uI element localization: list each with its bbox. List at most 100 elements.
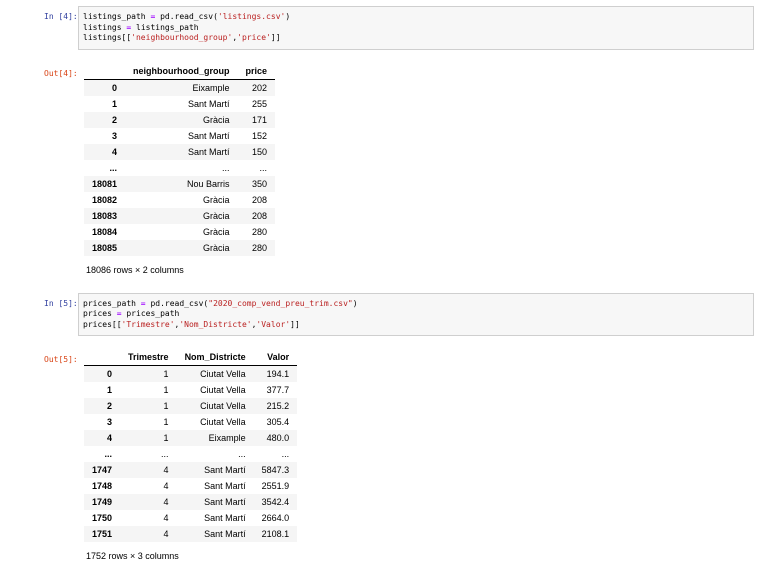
data-cell: 2664.0 — [261, 513, 290, 523]
index-cell: 2 — [112, 114, 118, 125]
input-prompt: In [5]: — [44, 298, 78, 308]
dataframe-table: neighbourhood_group price 0 Eixample 202 1 San… — [84, 62, 276, 256]
code-editor[interactable]: listings_path = pd.read_csv('listings.cs… — [78, 6, 754, 50]
table-row: ............ — [84, 446, 297, 462]
data-cell: 1 — [163, 385, 169, 395]
data-cell: 4 — [163, 529, 169, 539]
data-cell: 1 — [163, 417, 169, 427]
table-row: 1751 4 Sant Martí 2108.1 — [84, 526, 298, 542]
notebook: In [4]: listings_path = pd.read_csv('lis… — [0, 0, 768, 561]
index-cell: 18083 — [92, 210, 118, 221]
table-row: 4 Sant Martí 150 — [84, 143, 276, 160]
code-token: listings_path — [131, 22, 199, 32]
data-cell: 377.7 — [266, 385, 290, 395]
code-token: listings — [83, 22, 127, 32]
data-cell: 215.2 — [266, 401, 290, 411]
data-cell: 2551.9 — [261, 481, 290, 491]
code-token: prices_path — [121, 309, 180, 318]
code-token: pd.read_csv( — [145, 298, 209, 308]
index-cell: 1747 — [92, 465, 113, 475]
data-cell: Eixample — [208, 433, 246, 443]
index-cell: 1748 — [92, 481, 113, 491]
code-line: listings = listings_path — [83, 23, 749, 34]
code-token: prices[[ — [83, 319, 122, 329]
code-cell-2: In [5]: prices_path = pd.read_csv("2020_… — [44, 292, 754, 561]
index-cell: 18084 — [92, 226, 118, 237]
data-cell: ... — [259, 162, 268, 173]
table-row: 0 Eixample 202 — [84, 79, 276, 96]
data-cell: 208 — [252, 194, 268, 205]
data-cell: 4 — [163, 497, 169, 507]
data-cell: 1 — [163, 433, 169, 443]
code-token: pd.read_csv( — [155, 12, 218, 21]
dataframe-shape: 1752 rows × 3 columns — [86, 551, 179, 561]
index-cell: 2 — [107, 401, 113, 411]
data-cell: Ciutat Vella — [200, 401, 246, 411]
string-token: 'Valor' — [256, 319, 291, 329]
index-header — [84, 349, 121, 366]
table-row: 2 1 Ciutat Vella 215.2 — [84, 398, 298, 414]
data-cell: 5847.3 — [261, 465, 290, 475]
code-line: prices = prices_path — [83, 309, 749, 320]
table-row: 1747 4 Sant Martí 5847.3 — [84, 462, 298, 478]
code-token: ) — [352, 298, 358, 308]
index-cell: 18082 — [92, 194, 118, 205]
column-header: Nom_Districte — [176, 349, 254, 366]
code-token: prices — [83, 309, 117, 318]
index-cell: 0 — [112, 82, 118, 93]
data-cell: ... — [281, 449, 290, 459]
output-prompt: Out[5]: — [44, 355, 78, 364]
index-cell: 1751 — [92, 529, 113, 539]
index-cell: 3 — [107, 417, 113, 427]
data-cell: Sant Martí — [188, 146, 230, 157]
data-cell: 2108.1 — [261, 529, 290, 539]
index-cell: 3 — [112, 130, 118, 141]
data-cell: 1 — [163, 369, 169, 379]
code-token: ]] — [290, 319, 300, 329]
table-row: 1749 4 Sant Martí 3542.4 — [84, 494, 298, 510]
table-row: 0 1 Ciutat Vella 194.1 — [84, 365, 298, 382]
table-row: 1750 4 Sant Martí 2664.0 — [84, 510, 297, 526]
code-line: listings_path = pd.read_csv('listings.cs… — [83, 12, 749, 23]
data-cell: Sant Martí — [204, 497, 246, 507]
data-cell: Gràcia — [203, 226, 230, 237]
code-token: ]] — [270, 33, 281, 42]
string-token: "2020_comp_vend_preu_trim.csv" — [208, 298, 353, 308]
code-editor[interactable]: prices_path = pd.read_csv("2020_comp_ven… — [78, 292, 754, 336]
table-row: 4 1 Eixample 480.0 — [84, 430, 298, 446]
code-line: prices[['Trimestre','Nom_Districte','Val… — [83, 320, 749, 331]
index-cell: 18085 — [92, 242, 118, 253]
input-area-1: In [4]: listings_path = pd.read_csv('lis… — [44, 6, 754, 50]
string-token: 'Nom_Districte' — [179, 319, 252, 329]
table-row: ......... — [84, 160, 275, 176]
string-token: 'price' — [237, 33, 271, 42]
table-row: 18081 Nou Barris 350 — [84, 175, 276, 192]
data-cell: Nou Barris — [187, 178, 230, 189]
column-header: Trimestre — [120, 349, 177, 366]
table-header-row: neighbourhood_group price — [84, 62, 276, 80]
table-row: 1 Sant Martí 255 — [84, 96, 275, 112]
data-cell: Ciutat Vella — [200, 417, 246, 427]
table-header-row: Trimestre Nom_Districte Valor — [84, 349, 298, 366]
input-prompt: In [4]: — [44, 12, 78, 21]
table-row: 1 1 Ciutat Vella 377.7 — [84, 382, 297, 398]
data-cell: 208 — [252, 210, 268, 221]
data-cell: Gràcia — [203, 114, 230, 125]
index-cell: 0 — [107, 369, 113, 379]
data-cell: 255 — [252, 98, 268, 109]
code-token: prices_path — [83, 298, 141, 308]
table-row: 18082 Gràcia 208 — [84, 192, 275, 208]
data-cell: 152 — [252, 130, 268, 141]
data-cell: Sant Martí — [204, 465, 246, 475]
data-cell: Gràcia — [203, 242, 230, 253]
data-cell: Sant Martí — [204, 481, 246, 491]
data-cell: 150 — [252, 146, 268, 157]
output-area-2: Out[5]: Trimestre Nom_Districte Valor 0 1 Ciu… — [44, 349, 754, 561]
table-row: 2 Gràcia 171 — [84, 111, 276, 128]
index-cell: ... — [109, 162, 118, 173]
data-cell: 280 — [252, 226, 268, 237]
index-cell: 4 — [107, 433, 113, 443]
data-cell: 350 — [252, 178, 268, 189]
data-cell: 194.1 — [266, 369, 290, 379]
data-cell: 305.4 — [266, 417, 290, 427]
